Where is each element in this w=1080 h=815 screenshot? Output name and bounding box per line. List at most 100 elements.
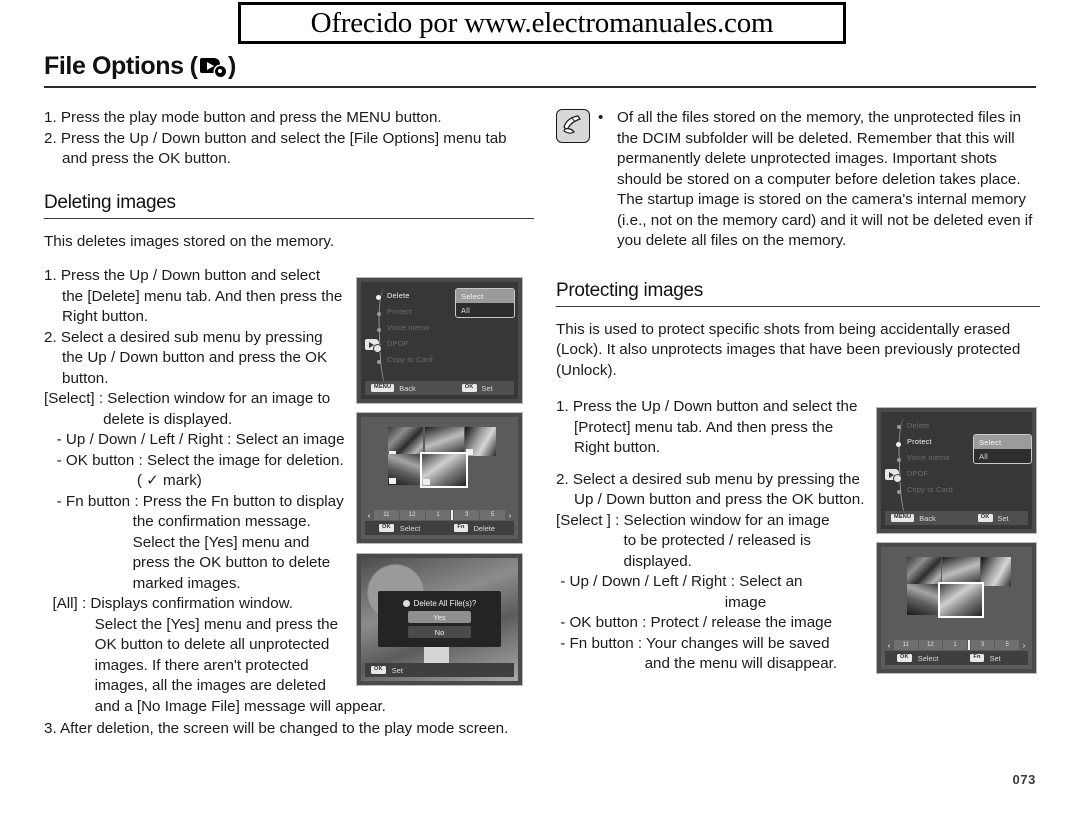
detail-line: - OK button : Protect / release the imag… bbox=[556, 614, 833, 631]
thumbnail-protect-bottom-bar: OK Select Fn Set bbox=[885, 651, 1028, 665]
thumbnail-select-protect-screen: ‹ 11 12 1 3 5 › OK Select Fn Set bbox=[876, 542, 1037, 674]
menu-item-dpof[interactable]: DPOF bbox=[907, 469, 928, 478]
menu-item-delete[interactable]: Delete bbox=[907, 421, 930, 430]
page-cell[interactable]: 1 bbox=[943, 640, 967, 650]
file-options-gear-icon bbox=[199, 57, 226, 77]
detail-line: marked images. bbox=[44, 574, 241, 592]
thumbnail-item[interactable] bbox=[981, 556, 1011, 587]
deleting-images-heading: Deleting images bbox=[44, 191, 176, 213]
note-pen-icon bbox=[556, 109, 590, 143]
thumbnail-select-delete-screen: ‹ 11 12 1 3 5 › OK Select Fn Delete bbox=[356, 412, 523, 544]
submenu-item-select[interactable]: Select bbox=[456, 289, 514, 303]
ok-key-label: Set bbox=[997, 513, 1009, 523]
ok-key-chip: OK bbox=[371, 666, 386, 674]
ok-key-chip: OK bbox=[461, 384, 477, 392]
page-title-icon-group: ( ) bbox=[190, 52, 237, 81]
detail-line: to be protected / released is bbox=[556, 532, 811, 549]
menu-dot bbox=[897, 458, 901, 462]
menu-item-delete[interactable]: Delete bbox=[387, 291, 410, 300]
thumbnail-protect-inner: ‹ 11 12 1 3 5 › OK Select Fn Set bbox=[881, 547, 1032, 669]
fn-key-chip: Fn bbox=[454, 524, 468, 532]
page-cell[interactable]: 12 bbox=[918, 640, 943, 650]
list-item: 2. Press the Up / Down button and select… bbox=[44, 129, 507, 168]
ok-key-label: Select bbox=[399, 523, 421, 533]
page-cell[interactable]: 1 bbox=[425, 510, 451, 520]
confirm-dialog-title-row: Delete All File(s)? bbox=[402, 599, 476, 608]
deleting-detail-block: [Select] : Selection window for an image… bbox=[44, 389, 386, 717]
file-options-tab-icon bbox=[885, 469, 901, 482]
page-number: 073 bbox=[1012, 772, 1036, 787]
menu-dot bbox=[897, 490, 901, 494]
menu-item-protect[interactable]: Protect bbox=[907, 437, 932, 446]
fn-key-label: Delete bbox=[473, 523, 495, 533]
menu-key-chip: MENU bbox=[371, 384, 395, 392]
detail-line: [All] : Displays confirmation window. bbox=[44, 595, 293, 612]
menu-item-copy-to-card[interactable]: Copy to Card bbox=[907, 485, 953, 494]
delete-submenu: Select All bbox=[455, 288, 515, 318]
thumbnail-item[interactable] bbox=[465, 426, 496, 457]
detail-line: [Select ] : Selection window for an imag… bbox=[556, 511, 830, 529]
page-cell[interactable]: 11 bbox=[894, 640, 918, 650]
menu-item-copy-to-card[interactable]: Copy to Card bbox=[387, 355, 433, 364]
list-item: 1. Press the Up / Down button and select… bbox=[556, 398, 858, 456]
confirm-yes-button[interactable]: Yes bbox=[407, 611, 472, 624]
page-cell[interactable]: 12 bbox=[399, 510, 425, 520]
page-cell[interactable]: 5 bbox=[995, 640, 1019, 650]
page-cell[interactable]: 3 bbox=[970, 640, 995, 650]
menu-item-voice-memo[interactable]: Voice memo bbox=[387, 323, 430, 332]
fn-key-label: Set bbox=[989, 653, 1001, 663]
page-left-arrow[interactable]: ‹ bbox=[885, 640, 893, 650]
thumbnail-page-bar: ‹ 11 12 1 3 5 › bbox=[885, 640, 1028, 650]
warning-icon bbox=[402, 600, 410, 608]
menu-dot bbox=[377, 328, 381, 332]
menu-dot bbox=[377, 312, 381, 316]
detail-line: - Up / Down / Left / Right : Select an i… bbox=[44, 431, 345, 448]
page-right-arrow[interactable]: › bbox=[1020, 640, 1028, 650]
submenu-item-all[interactable]: All bbox=[456, 303, 514, 317]
menu-key-chip: MENU bbox=[891, 514, 915, 522]
deleting-final-step: 3. After deletion, the screen will be ch… bbox=[44, 720, 509, 737]
menu-item-protect[interactable]: Protect bbox=[387, 307, 412, 316]
protecting-detail-block: [Select ] : Selection window for an imag… bbox=[556, 511, 876, 675]
delete-menu-screen: Delete Protect Voice memo DPOF Copy to C… bbox=[356, 277, 523, 404]
page-cell[interactable]: 5 bbox=[480, 510, 505, 520]
thumbnail-item-selected[interactable] bbox=[420, 451, 469, 489]
check-mark bbox=[423, 479, 431, 486]
detail-line: [Select] : Selection window for an image… bbox=[44, 390, 331, 407]
menu-key-label: Back bbox=[399, 383, 416, 393]
page-right-arrow[interactable]: › bbox=[506, 510, 514, 520]
delete-menu-screen-inner: Delete Protect Voice memo DPOF Copy to C… bbox=[361, 282, 518, 399]
page-left-arrow[interactable]: ‹ bbox=[365, 510, 373, 520]
menu-item-voice-memo[interactable]: Voice memo bbox=[907, 453, 950, 462]
watermark-banner: Ofrecido por www.electromanuales.com bbox=[238, 2, 846, 44]
thumbnail-delete-inner: ‹ 11 12 1 3 5 › OK Select Fn Delete bbox=[361, 417, 518, 539]
check-mark bbox=[466, 449, 474, 456]
protecting-images-heading: Protecting images bbox=[556, 279, 703, 301]
note-callout: • Of all the files stored on the memory,… bbox=[556, 108, 1040, 252]
thumbnail-page-bar: ‹ 11 12 1 3 5 › bbox=[365, 510, 514, 520]
confirm-no-button[interactable]: No bbox=[407, 626, 472, 639]
detail-line: and a [No Image File] message will appea… bbox=[44, 697, 386, 715]
protecting-images-lead: This is used to protect specific shots f… bbox=[556, 320, 1021, 379]
detail-line: - Fn button : Your changes will be saved bbox=[556, 634, 830, 652]
list-item: 1. Press the play mode button and press … bbox=[44, 109, 442, 126]
page-cell[interactable]: 11 bbox=[374, 510, 399, 520]
note-text: Of all the files stored on the memory, t… bbox=[617, 109, 1033, 249]
paren-open: ( bbox=[189, 52, 198, 80]
ok-key-label: Set bbox=[481, 383, 493, 393]
page-title: File Options bbox=[44, 52, 184, 80]
submenu-item-select[interactable]: Select bbox=[974, 435, 1031, 449]
confirm-bottom-bar: OK Set bbox=[365, 663, 514, 677]
thumbnail-item-selected[interactable] bbox=[938, 581, 985, 619]
ok-key-chip: OK bbox=[977, 514, 993, 522]
menu-item-dpof[interactable]: DPOF bbox=[387, 339, 408, 348]
detail-line: - OK button : Select the image for delet… bbox=[44, 451, 344, 469]
note-bullet: • bbox=[598, 109, 604, 126]
page-cell[interactable]: 3 bbox=[454, 510, 480, 520]
list-item: 2. Select a desired sub menu by pressing… bbox=[556, 470, 865, 509]
detail-line: ( ✓ mark) bbox=[44, 472, 202, 489]
submenu-item-all[interactable]: All bbox=[974, 449, 1031, 463]
deleting-images-heading-bar: Deleting images bbox=[44, 192, 534, 219]
detail-line: Select the [Yes] menu and bbox=[44, 533, 310, 551]
check-mark bbox=[389, 478, 397, 485]
